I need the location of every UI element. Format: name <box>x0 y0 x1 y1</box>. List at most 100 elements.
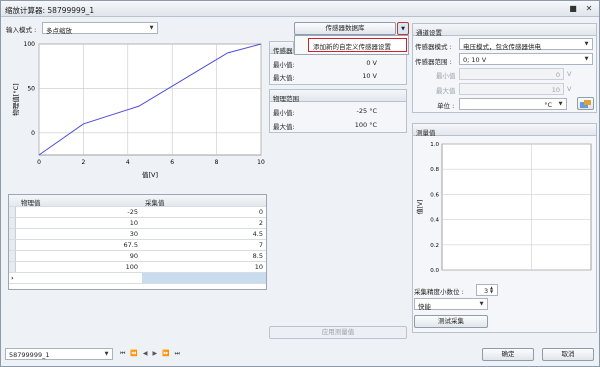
table-row[interactable]: 67.5 7 <box>9 240 266 251</box>
table-new-row[interactable]: › <box>9 273 266 284</box>
row-selector[interactable] <box>9 240 16 250</box>
chevron-down-icon: ▼ <box>584 41 589 47</box>
next-record-icon[interactable]: ▶ <box>153 350 163 357</box>
record-navigator: ⏮⏪◀▶⏩⏭ <box>117 348 202 360</box>
y-tick-label: 100 <box>24 41 36 48</box>
sensor-database-dropdown-button[interactable]: ▼ <box>397 22 409 35</box>
unit-edit-icon <box>580 100 591 108</box>
row-selector[interactable] <box>9 251 16 261</box>
chevron-down-icon: ▼ <box>558 101 563 107</box>
unit-value: °C <box>544 101 552 109</box>
cell-sample[interactable]: 4.5 <box>253 230 263 238</box>
custom-max-input[interactable]: 10 <box>459 83 564 95</box>
cell-physical[interactable]: 100 <box>126 263 138 271</box>
cell-sample[interactable]: 0 <box>259 208 263 216</box>
column-header-sample: 采集值 <box>145 199 165 207</box>
sensor-database-menu: 添加新的自定义传感器设置 <box>294 35 409 55</box>
apply-measured-button[interactable]: 应用测量值 <box>269 326 407 339</box>
menu-item-add-custom-sensor[interactable]: 添加新的自定义传感器设置 <box>308 38 407 52</box>
menu-item-label: 添加新的自定义传感器设置 <box>313 43 391 51</box>
cancel-button[interactable]: 取消 <box>542 348 594 361</box>
sensor-max-value: 10 V <box>362 72 377 80</box>
sensor-database-label: 传感器数据库 <box>325 24 365 32</box>
next-page-icon[interactable]: ⏩ <box>162 350 174 357</box>
sensor-min-label: 最小值: <box>273 61 295 69</box>
table-row[interactable]: 100 10 <box>9 262 266 273</box>
measure-y-tick-label: 0.8 <box>430 167 439 173</box>
physical-max-value: 100 °C <box>354 121 377 129</box>
precision-label: 采集精度小数位 : <box>414 288 464 296</box>
input-mode-select[interactable]: 多点缩放 ▼ <box>42 22 158 35</box>
table-row[interactable]: 30 4.5 <box>9 229 266 240</box>
cell-sample[interactable]: 8.5 <box>253 252 263 260</box>
row-selector[interactable] <box>9 207 16 217</box>
prev-record-icon[interactable]: ◀ <box>143 350 153 357</box>
cell-physical[interactable]: 10 <box>130 219 138 227</box>
sensor-max-label: 最大值: <box>273 74 295 82</box>
minimize-icon[interactable]: ■ <box>567 3 579 14</box>
test-acquisition-button[interactable]: 测试采集 <box>414 315 488 328</box>
chevron-down-icon: ▼ <box>104 351 109 357</box>
cancel-label: 取消 <box>561 350 575 358</box>
scaling-calculator-window: 缩放计算器: 58799999_1 ■ ✕ 输入模式 : 多点缩放 ▼ 0 2 4 6… <box>0 0 600 367</box>
y-tick-label: 50 <box>27 85 35 92</box>
stepper-arrows-icon[interactable]: ▲ ▼ <box>487 286 496 295</box>
measure-plot-area <box>441 143 592 271</box>
ok-button[interactable]: 确定 <box>482 348 534 361</box>
x-tick-label: 4 <box>126 159 130 166</box>
sensor-min-value: 0 V <box>366 59 377 67</box>
row-selector[interactable] <box>9 218 16 228</box>
row-selector[interactable] <box>9 229 16 239</box>
y-tick-label: 0 <box>31 130 35 137</box>
physical-range-header: 物理范围 <box>269 89 407 103</box>
custom-min-value: 0 <box>555 71 560 79</box>
last-record-icon[interactable]: ⏭ <box>175 350 185 357</box>
sensor-range-select[interactable]: 0; 10 V ▼ <box>459 53 593 65</box>
close-icon[interactable]: ✕ <box>583 3 595 14</box>
scaling-chart: 0 2 4 6 8 10 100 50 0 值[V] 物理值[°C] <box>11 41 265 179</box>
measurement-header: 测量值 <box>412 123 597 137</box>
prev-page-icon[interactable]: ⏪ <box>130 350 142 357</box>
first-record-icon[interactable]: ⏮ <box>120 350 130 357</box>
sensor-database-button[interactable]: 传感器数据库 <box>294 22 396 35</box>
custom-max-label: 最大值 <box>436 87 456 95</box>
cell-physical[interactable]: 67.5 <box>124 241 138 249</box>
cell-sample[interactable]: 2 <box>259 219 263 227</box>
table-row[interactable]: 10 2 <box>9 218 266 229</box>
physical-min-value: -25 °C <box>356 107 377 115</box>
custom-min-label: 最小值 <box>436 72 456 80</box>
table-row[interactable]: -25 0 <box>9 207 266 218</box>
cell-physical[interactable]: 90 <box>130 252 138 260</box>
custom-max-value: 10 <box>551 86 560 94</box>
record-value: 58799999_1 <box>9 351 50 359</box>
x-tick-label: 0 <box>37 159 41 166</box>
unit-label: 单位 : <box>437 102 455 110</box>
speed-value: 快能 <box>418 303 431 311</box>
measure-y-tick-label: 0.6 <box>430 192 439 198</box>
custom-min-input[interactable]: 0 <box>459 68 564 80</box>
measure-y-axis-label: 值[V] <box>416 200 424 215</box>
cell-sample[interactable]: 7 <box>259 241 263 249</box>
measure-y-tick-label: 0.2 <box>430 243 439 249</box>
unit-settings-button[interactable] <box>577 97 594 110</box>
cell-physical[interactable]: 30 <box>130 230 138 238</box>
unit-select[interactable]: °C ▼ <box>459 98 567 110</box>
sensor-range-value: 0; 10 V <box>463 56 487 64</box>
measure-y-tick-label: 0.4 <box>430 218 439 224</box>
input-mode-value: 多点缩放 <box>46 27 72 35</box>
precision-stepper[interactable]: 3 ▲ ▼ <box>476 284 498 296</box>
row-selector[interactable] <box>9 262 16 272</box>
speed-select[interactable]: 快能 ▼ <box>414 298 488 311</box>
custom-max-unit: V <box>567 85 572 93</box>
chevron-down-icon: ▼ <box>401 26 405 32</box>
scaling-chart-panel: 0 2 4 6 8 10 100 50 0 值[V] 物理值[°C] <box>6 37 267 185</box>
sensor-mode-select[interactable]: 电压模式，包含传感器供电 ▼ <box>459 38 593 51</box>
cell-physical[interactable]: -25 <box>127 208 138 216</box>
row-selector-icon: › <box>11 274 14 282</box>
apply-measured-label: 应用测量值 <box>321 328 355 336</box>
record-select[interactable]: 58799999_1 ▼ <box>5 348 113 360</box>
cell-sample[interactable]: 10 <box>255 263 263 271</box>
new-row-cell[interactable] <box>142 273 266 283</box>
table-row[interactable]: 90 8.5 <box>9 251 266 262</box>
sensor-range-label: 传感器范围 : <box>415 58 452 66</box>
